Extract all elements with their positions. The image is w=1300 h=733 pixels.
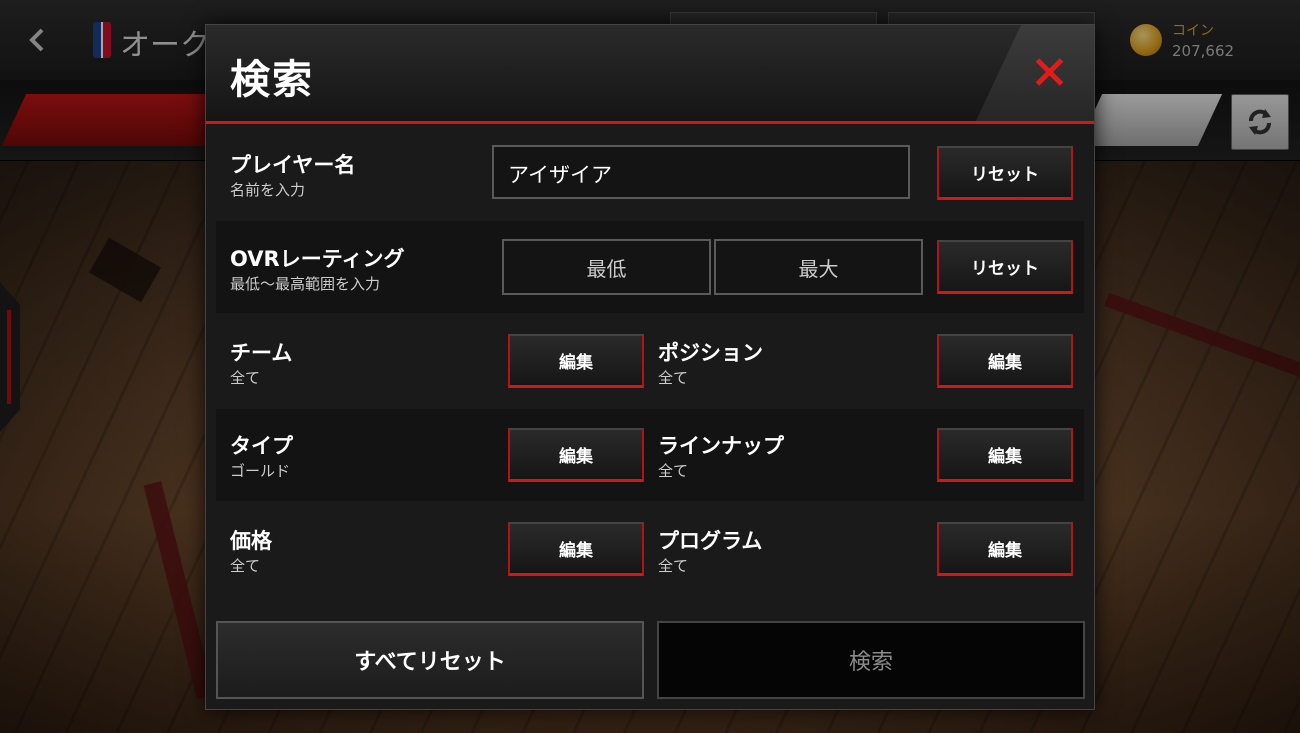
lineup-value: 全て — [658, 462, 689, 480]
lineup-edit-button[interactable]: 編集 — [937, 428, 1073, 482]
ovr-min-input[interactable]: 最低 — [502, 239, 711, 295]
position-label: ポジション — [658, 341, 763, 365]
close-icon[interactable] — [1034, 57, 1064, 87]
position-value: 全て — [658, 369, 689, 387]
position-edit-button[interactable]: 編集 — [937, 334, 1073, 388]
player-name-label: プレイヤー名 — [230, 153, 356, 177]
ovr-reset-button[interactable]: リセット — [937, 240, 1073, 294]
type-label: タイプ — [230, 434, 293, 458]
program-edit-button[interactable]: 編集 — [937, 522, 1073, 576]
price-value: 全て — [230, 557, 261, 575]
type-value: ゴールド — [230, 462, 291, 480]
lineup-label: ラインナップ — [658, 434, 784, 458]
type-edit-button[interactable]: 編集 — [508, 428, 644, 482]
dialog-title: 検索 — [230, 57, 314, 103]
ovr-max-input[interactable]: 最大 — [714, 239, 923, 295]
program-label: プログラム — [658, 529, 763, 553]
player-name-reset-button[interactable]: リセット — [937, 146, 1073, 200]
reset-all-button[interactable]: すべてリセット — [216, 621, 644, 699]
player-name-input[interactable]: アイザイア — [492, 145, 910, 199]
ovr-hint: 最低～最高範囲を入力 — [230, 275, 381, 293]
ovr-label: OVRレーティング — [230, 247, 405, 271]
program-value: 全て — [658, 557, 689, 575]
team-edit-button[interactable]: 編集 — [508, 334, 644, 388]
dialog-header: 検索 — [206, 25, 1094, 124]
team-value: 全て — [230, 369, 261, 387]
price-edit-button[interactable]: 編集 — [508, 522, 644, 576]
search-dialog: 検索 プレイヤー名 名前を入力 アイザイア リセット OVRレーティング 最低～… — [205, 24, 1095, 710]
price-label: 価格 — [230, 529, 272, 553]
team-label: チーム — [230, 341, 293, 365]
player-name-hint: 名前を入力 — [230, 181, 306, 199]
search-button[interactable]: 検索 — [657, 621, 1085, 699]
